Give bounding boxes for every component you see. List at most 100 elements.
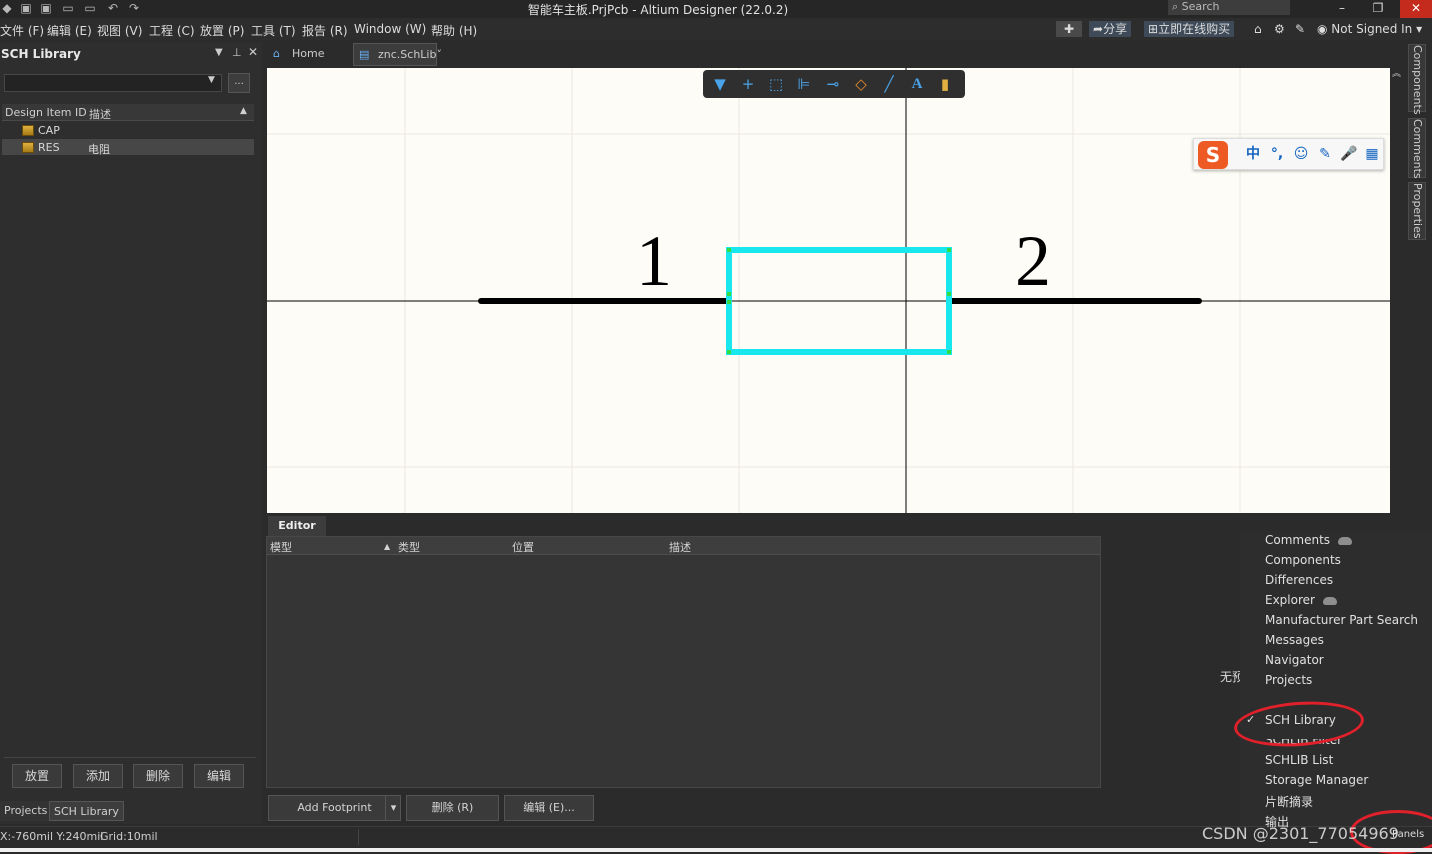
component-row-res[interactable]: RES 电阻 <box>2 139 254 156</box>
divider <box>4 757 256 758</box>
tab-components[interactable]: Components <box>1408 44 1426 115</box>
add-footprint-button[interactable]: Add Footprint ▾ <box>268 795 401 821</box>
remove-model-button[interactable]: 删除 (R) <box>406 795 499 821</box>
close-button[interactable]: ✕ <box>1400 0 1432 18</box>
pin-icon[interactable]: ⊸ <box>822 74 844 94</box>
title-bar: ◆ ▣ ▣ ▭ ▭ ↶ ↷ 智能车主板.PrjPcb - Altium Desi… <box>0 0 1432 18</box>
user-account-button[interactable]: ◉ Not Signed In ▾ <box>1313 21 1426 37</box>
buy-online-label: 立即在线购买 <box>1158 22 1231 36</box>
align-icon[interactable]: ⊫ <box>793 74 815 94</box>
tab-properties[interactable]: Properties <box>1408 182 1426 240</box>
menu-project[interactable]: 工程 (C) <box>149 22 195 39</box>
notifications-icon[interactable]: ✎ <box>1291 21 1309 37</box>
edit-model-button[interactable]: 编辑 (E)... <box>504 795 594 821</box>
panels-menu-explorer[interactable]: Explorer <box>1265 593 1337 607</box>
mic-icon[interactable]: 🎤 <box>1340 145 1358 163</box>
panels-menu-messages[interactable]: Messages <box>1265 633 1324 647</box>
column-design-item-id[interactable]: Design Item ID <box>5 106 87 119</box>
menu-label: Comments <box>1265 533 1331 547</box>
column-type[interactable]: 类型 <box>398 539 420 555</box>
component-row-cap[interactable]: CAP <box>2 122 254 138</box>
edit-button[interactable]: 编辑 <box>194 764 244 788</box>
chinese-mode-icon[interactable]: 中 <box>1244 145 1262 163</box>
panels-menu-storage-manager[interactable]: Storage Manager <box>1265 773 1368 787</box>
panels-menu-manufacturer-part-search[interactable]: Manufacturer Part Search <box>1265 613 1418 627</box>
place-button[interactable]: 放置 <box>12 764 62 788</box>
panel-close-icon[interactable]: ✕ <box>248 45 258 59</box>
column-description[interactable]: 描述 <box>89 106 111 122</box>
schematic-canvas[interactable]: 1 2 <box>267 68 1390 513</box>
column-description[interactable]: 描述 <box>669 539 691 555</box>
chevron-down-icon[interactable]: ▼ <box>208 75 215 85</box>
home-icon: ⌂ <box>273 47 280 60</box>
more-button[interactable]: ... <box>228 73 250 93</box>
tab-home-page[interactable]: ⌂ Home Page <box>268 43 350 82</box>
menu-bar: 文件 (F) 编辑 (E) 视图 (V) 工程 (C) 放置 (P) 工具 (T… <box>0 18 1432 40</box>
library-filter-combo[interactable] <box>4 74 222 92</box>
grid-icon[interactable]: ▦ <box>1363 145 1381 163</box>
minimize-button[interactable]: – <box>1326 0 1358 18</box>
component-icon <box>22 142 34 153</box>
filter-icon[interactable]: ▼ <box>709 74 731 94</box>
menu-file[interactable]: 文件 (F) <box>0 22 44 39</box>
tab-editor[interactable]: Editor <box>268 516 326 536</box>
menu-place[interactable]: 放置 (P) <box>200 22 244 39</box>
component-list-header: Design Item ID 描述 ▲ <box>2 104 254 121</box>
buy-online-button[interactable]: ⊞立即在线购买 <box>1144 21 1235 37</box>
menu-tools[interactable]: 工具 (T) <box>251 22 296 39</box>
panels-menu-snippets[interactable]: 片断摘录 <box>1265 793 1313 810</box>
menu-help[interactable]: 帮助 (H) <box>431 22 477 39</box>
text-icon[interactable]: A <box>906 74 928 94</box>
pin-icon[interactable]: ⊥ <box>232 46 242 59</box>
skin-icon[interactable]: ✎ <box>1316 145 1334 163</box>
component-desc: 电阻 <box>88 143 110 156</box>
tab-sch-library[interactable]: SCH Library <box>49 801 124 821</box>
delete-button[interactable]: 删除 <box>133 764 183 788</box>
sort-asc-icon: ▲ <box>384 542 391 551</box>
screen-edge <box>0 848 1432 852</box>
canvas-grid <box>267 68 1390 513</box>
chevron-down-icon[interactable]: ▾ <box>385 796 401 820</box>
ime-toolbar: S 中 °, ☺ ✎ 🎤 ▦ <box>1193 138 1384 170</box>
menu-reports[interactable]: 报告 (R) <box>302 22 348 39</box>
select-rect-icon[interactable]: ⬚ <box>765 74 787 94</box>
panels-menu-differences[interactable]: Differences <box>1265 573 1333 587</box>
line-icon[interactable]: ╱ <box>878 74 900 94</box>
user-name: Not Signed In <box>1331 22 1413 36</box>
chat-icon[interactable]: ✚ <box>1056 21 1082 37</box>
cursor-coordinates: X:-760mil Y:240mil <box>0 830 104 843</box>
menu-view[interactable]: 视图 (V) <box>97 22 142 39</box>
maximize-button[interactable]: ❐ <box>1362 0 1394 18</box>
panels-menu-components[interactable]: Components <box>1265 553 1341 567</box>
panels-menu-navigator[interactable]: Navigator <box>1265 653 1324 667</box>
tab-schlib[interactable]: ▤ znc.SchLib˅ <box>353 43 442 66</box>
menu-label: Explorer <box>1265 593 1315 607</box>
menu-edit[interactable]: 编辑 (E) <box>47 22 92 39</box>
emoji-icon[interactable]: ☺ <box>1292 145 1310 163</box>
panels-menu-schlib-list[interactable]: SCHLIB List <box>1265 753 1333 767</box>
panels-menu-comments[interactable]: Comments <box>1265 533 1353 547</box>
menu-window[interactable]: Window (W) <box>354 22 426 36</box>
part-icon[interactable]: ▮ <box>934 74 956 94</box>
sogou-logo-icon[interactable]: S <box>1198 141 1228 169</box>
column-model[interactable]: 模型 <box>270 539 292 555</box>
eraser-icon[interactable]: ◇ <box>850 74 872 94</box>
search-placeholder: Search <box>1181 0 1220 13</box>
tab-comments[interactable]: Comments <box>1408 118 1426 179</box>
column-location[interactable]: 位置 <box>512 539 534 555</box>
panel-menu-icon[interactable]: ▼ <box>215 47 223 58</box>
share-button[interactable]: ➦分享 <box>1089 21 1132 37</box>
model-editor-table <box>266 536 1101 788</box>
panels-menu-projects[interactable]: Projects <box>1265 673 1312 687</box>
chevron-down-icon[interactable]: ˅ <box>436 48 442 61</box>
punctuation-icon[interactable]: °, <box>1268 145 1286 163</box>
component-id: RES <box>38 141 60 154</box>
crosshair-icon[interactable]: + <box>737 74 759 94</box>
schlib-file-icon: ▤ <box>359 48 370 61</box>
collapse-icon[interactable]: ︽ <box>1392 66 1401 79</box>
settings-gear-icon[interactable]: ⚙ <box>1270 21 1289 37</box>
add-button[interactable]: 添加 <box>73 764 123 788</box>
home-icon[interactable]: ⌂ <box>1250 21 1266 37</box>
search-input[interactable]: ⌕ Search <box>1168 0 1290 15</box>
tab-projects[interactable]: Projects <box>0 801 52 821</box>
